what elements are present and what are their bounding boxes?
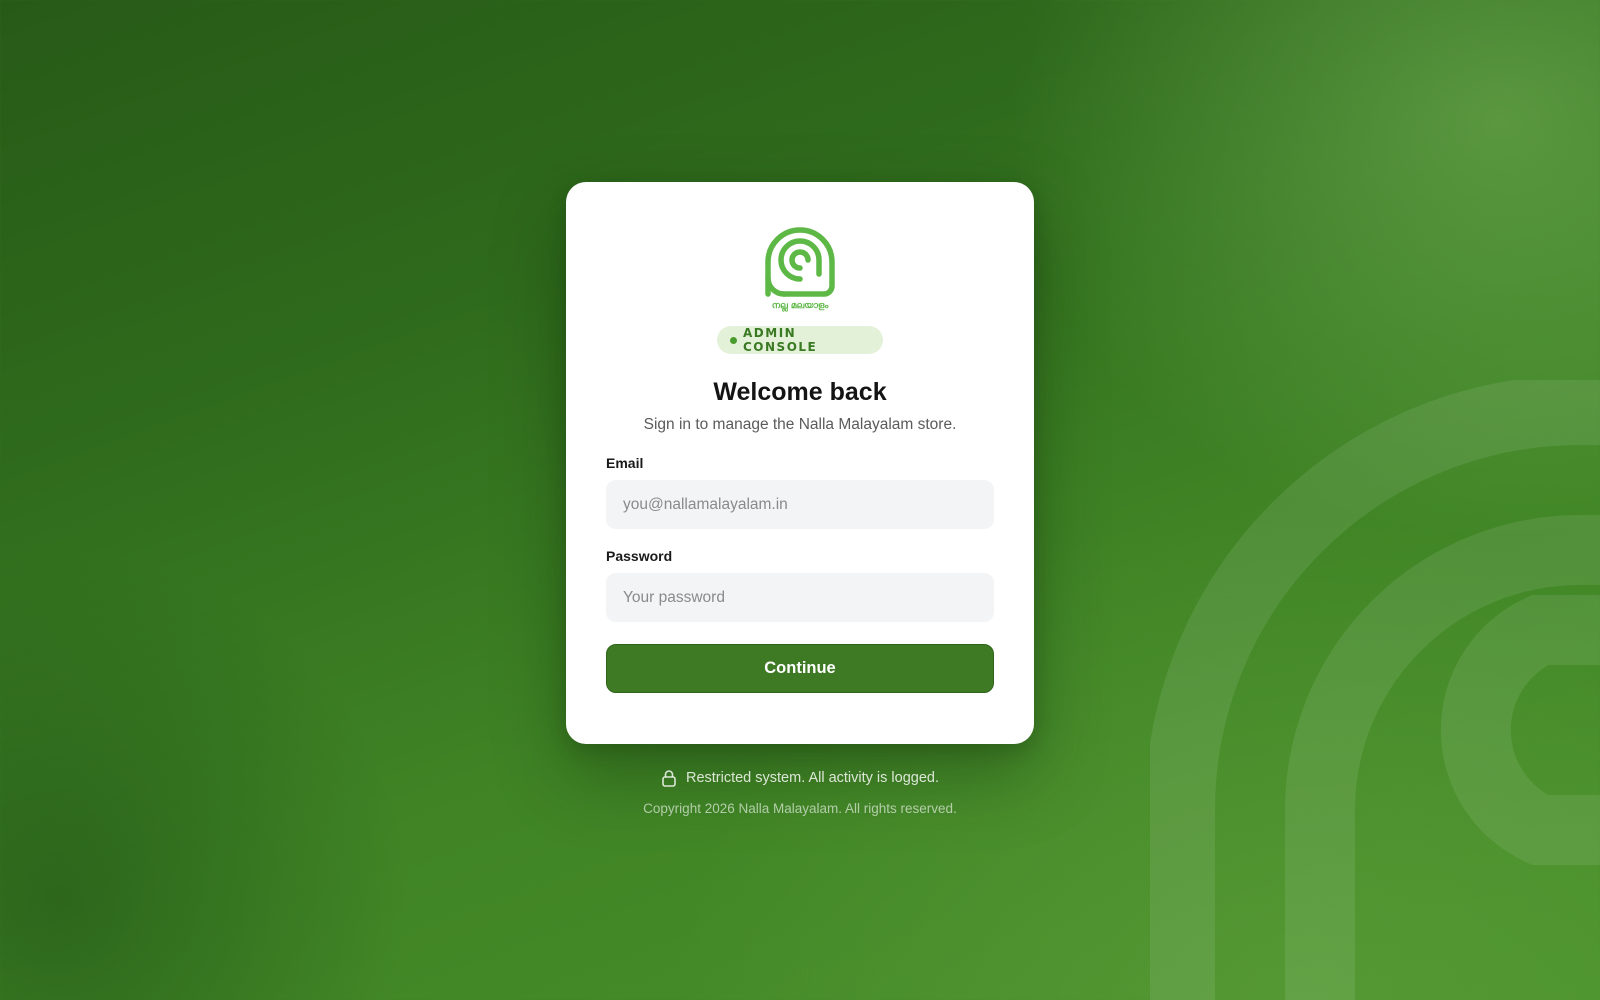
- nalla-malayalam-logo: നല്ല മലയാളം: [765, 227, 835, 312]
- sign-in-card: നല്ല മലയാളം ADMIN CONSOLE Welcome back S…: [566, 182, 1034, 744]
- email-label: Email: [606, 455, 644, 471]
- admin-console-badge: ADMIN CONSOLE: [717, 326, 883, 354]
- password-field[interactable]: [606, 573, 994, 622]
- lock-icon: [662, 770, 676, 787]
- status-dot-icon: [730, 337, 737, 344]
- copyright-text: Copyright 2026 Nalla Malayalam. All righ…: [643, 801, 957, 816]
- continue-button[interactable]: Continue: [606, 644, 994, 693]
- svg-text:നല്ല മലയാളം: നല്ല മലയാളം: [772, 301, 829, 312]
- email-field[interactable]: [606, 480, 994, 529]
- page-title: Welcome back: [713, 378, 887, 406]
- password-label: Password: [606, 548, 673, 564]
- background-logo-watermark: [1150, 380, 1600, 1000]
- page-subtitle: Sign in to manage the Nalla Malayalam st…: [643, 416, 957, 433]
- badge-label: ADMIN CONSOLE: [743, 326, 818, 354]
- restricted-notice: Restricted system. All activity is logge…: [0, 769, 1600, 787]
- restricted-notice-text: Restricted system. All activity is logge…: [685, 770, 940, 786]
